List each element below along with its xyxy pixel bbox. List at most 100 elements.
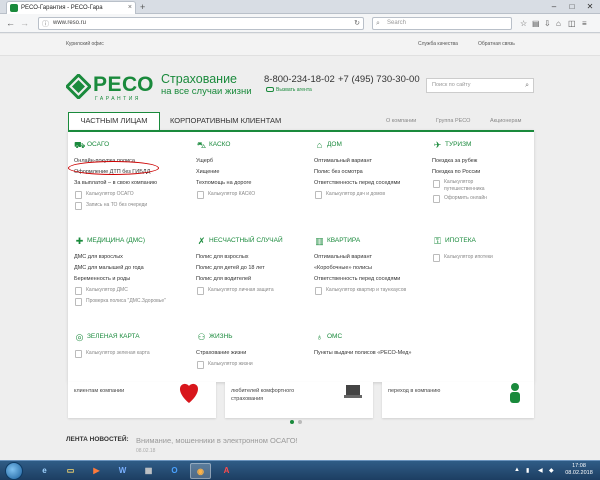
section-title-green-card[interactable]: ◎ ЗЕЛЕНАЯ КАРТА xyxy=(74,332,194,342)
link-oms-points[interactable]: Пункты выдачи полисов «РЕСО-Мед» xyxy=(314,348,464,359)
section-title-dms[interactable]: ✚ МЕДИЦИНА (ДМС) xyxy=(74,236,194,246)
to-appointment-link[interactable]: Запись на ТО без очереди xyxy=(74,200,186,211)
link-damage[interactable]: Ущерб xyxy=(196,156,308,167)
phone-moscow[interactable]: +7 (495) 730-30-00 xyxy=(338,74,420,85)
site-search-input[interactable]: Поиск по сайту ⌕ xyxy=(426,78,534,93)
link-road-assistance[interactable]: Техпомощь на дороге xyxy=(196,178,308,189)
promo-card-1[interactable]: клиентам компании xyxy=(68,382,216,418)
promo-card-2[interactable]: любителей комфортного страхования xyxy=(225,382,373,418)
calc-life-link[interactable]: Калькулятор жизни xyxy=(196,359,314,370)
calc-dms-link[interactable]: Калькулятор ДМС xyxy=(74,285,194,296)
link-accident-drivers[interactable]: Полис для водителей xyxy=(196,274,314,285)
link-dom-optimal[interactable]: Оптимальный вариант xyxy=(314,156,432,167)
section-title-kvartira[interactable]: ▥ КВАРТИРА xyxy=(314,236,438,246)
section-title-dom[interactable]: ⌂ ДОМ xyxy=(314,140,432,150)
link-dms-adults[interactable]: ДМС для взрослых xyxy=(74,252,194,263)
firefox-icon[interactable]: ◉ xyxy=(190,463,211,479)
browser-search-input[interactable]: ⌕ Search xyxy=(372,17,512,30)
browser-tab[interactable]: РЕСО-Гарантия - РЕСО-Гара × xyxy=(6,1,136,14)
calc-kasko-link[interactable]: Калькулятор КАСКО xyxy=(196,189,308,200)
buy-online-link[interactable]: Оформить онлайн xyxy=(432,193,530,204)
link-payout-own-company[interactable]: За выплатой – в свою компанию xyxy=(74,178,186,189)
browser-toolbar: ← → ⓘ www.reso.ru ↻ ⌕ Search ☆ ▤ ⇩ ⌂ ◫ ≡ xyxy=(0,14,600,33)
site-info-icon[interactable]: ⓘ xyxy=(42,19,49,30)
carousel-dot-active[interactable] xyxy=(290,420,294,424)
link-theft[interactable]: Хищение xyxy=(196,167,308,178)
language-icon[interactable]: ◆ xyxy=(549,467,554,474)
calc-green-card-link[interactable]: Калькулятор зеленая карта xyxy=(74,348,194,359)
calc-accident-link[interactable]: Калькулятор личная защита xyxy=(196,285,314,296)
globe-icon: ◎ xyxy=(75,332,84,342)
tray-expand-icon[interactable]: ▲ xyxy=(514,467,520,473)
application-icon[interactable]: ▦ xyxy=(138,463,159,479)
network-icon[interactable]: ▮ xyxy=(526,467,529,474)
dms-check-link[interactable]: Проверка полиса "ДМС.Здоровье" xyxy=(74,296,194,307)
link-flat-box-policies[interactable]: «Коробочные» полисы xyxy=(314,263,438,274)
downloads-icon[interactable]: ⇩ xyxy=(544,18,551,29)
calc-osago-link[interactable]: Калькулятор ОСАГО xyxy=(74,189,186,200)
pocket-icon[interactable]: ◫ xyxy=(568,18,576,29)
calc-osago-label: Калькулятор ОСАГО xyxy=(86,191,134,197)
reso-logo[interactable]: РЕСО ГАРАНТИЯ xyxy=(66,74,154,114)
link-flat-neighbors[interactable]: Ответственность перед соседями xyxy=(314,274,438,285)
reload-button[interactable]: ↻ xyxy=(354,18,360,29)
close-window-button[interactable]: ✕ xyxy=(581,0,599,13)
section-title-life[interactable]: ⚇ ЖИЗНЬ xyxy=(196,332,314,342)
link-dms-babies[interactable]: ДМС для малышей до года xyxy=(74,263,194,274)
forward-button[interactable]: → xyxy=(20,17,29,29)
top-link-quality[interactable]: Служба качества xyxy=(418,41,458,47)
calc-mortgage-link[interactable]: Калькулятор ипотеки xyxy=(432,252,530,263)
pdf-reader-icon[interactable]: A xyxy=(216,463,237,479)
bookmark-star-icon[interactable]: ☆ xyxy=(520,18,527,29)
promo-card-3[interactable]: переход в компанию xyxy=(382,382,534,418)
calc-travel-link[interactable]: Калькулятор путешественника xyxy=(432,179,530,193)
phone-free[interactable]: 8-800-234-18-02 xyxy=(264,74,335,85)
link-pregnancy[interactable]: Беременность и роды xyxy=(74,274,194,285)
section-title-ipoteka[interactable]: ⚿ ИПОТЕКА xyxy=(432,236,530,246)
section-title-turizm[interactable]: ✈ ТУРИЗМ xyxy=(432,140,530,150)
section-title-oms[interactable]: ♁ ОМС xyxy=(314,332,464,342)
maximize-button[interactable]: □ xyxy=(563,0,581,13)
section-title-osago[interactable]: ⛟ ОСАГО xyxy=(74,140,186,150)
file-explorer-icon[interactable]: ▭ xyxy=(60,463,81,479)
section-accident-title: НЕСЧАСТНЫЙ СЛУЧАЙ xyxy=(209,237,283,244)
start-button[interactable] xyxy=(5,462,23,480)
system-clock[interactable]: 17:08 08.02.2018 xyxy=(560,463,598,477)
link-about[interactable]: О компании xyxy=(386,118,416,124)
outlook-icon[interactable]: O xyxy=(164,463,185,479)
site-search-icon[interactable]: ⌕ xyxy=(525,79,529,92)
section-title-kasko[interactable]: ⛍ КАСКО xyxy=(196,140,308,150)
section-title-accident[interactable]: ✗ НЕСЧАСТНЫЙ СЛУЧАЙ xyxy=(196,236,314,246)
tab-close-icon[interactable]: × xyxy=(128,2,132,14)
calc-flat-link[interactable]: Калькулятор квартир и таунхаусов xyxy=(314,285,438,296)
link-dom-no-inspection[interactable]: Полис без осмотра xyxy=(314,167,432,178)
top-link-feedback[interactable]: Обратная связь xyxy=(478,41,515,47)
news-headline[interactable]: Внимание, мошенники в электронном ОСАГО! xyxy=(136,436,298,445)
top-link-office[interactable]: Курилский офис xyxy=(66,41,104,47)
volume-icon[interactable]: ◀ xyxy=(538,467,543,474)
url-bar[interactable]: ⓘ www.reso.ru ↻ xyxy=(38,17,364,30)
reading-list-icon[interactable]: ▤ xyxy=(532,18,540,29)
home-icon[interactable]: ⌂ xyxy=(556,18,561,29)
media-player-icon[interactable]: ▶ xyxy=(86,463,107,479)
link-flat-optimal[interactable]: Оптимальный вариант xyxy=(314,252,438,263)
tab-corporate[interactable]: КОРПОРАТИВНЫМ КЛИЕНТАМ xyxy=(170,115,281,127)
menu-icon[interactable]: ≡ xyxy=(582,18,587,29)
back-button[interactable]: ← xyxy=(6,17,15,29)
link-accident-children[interactable]: Полис для детей до 18 лет xyxy=(196,263,314,274)
link-trip-abroad[interactable]: Поездка за рубеж xyxy=(432,156,530,167)
minimize-button[interactable]: – xyxy=(545,0,563,13)
call-agent-link[interactable]: Вызвать агента xyxy=(266,87,312,93)
link-dom-neighbors[interactable]: Ответственность перед соседями xyxy=(314,178,432,189)
link-life-insurance[interactable]: Страхование жизни xyxy=(196,348,314,359)
new-tab-button[interactable]: + xyxy=(140,2,145,12)
internet-explorer-icon[interactable]: e xyxy=(34,463,55,479)
link-shareholders[interactable]: Акционерам xyxy=(490,118,521,124)
link-group[interactable]: Группа РЕСО xyxy=(436,118,470,124)
tab-private[interactable]: ЧАСТНЫМ ЛИЦАМ xyxy=(68,112,160,130)
link-trip-russia[interactable]: Поездка по России xyxy=(432,167,530,178)
calc-dom-link[interactable]: Калькулятор дач и домов xyxy=(314,189,432,200)
carousel-dot[interactable] xyxy=(298,420,302,424)
link-accident-adults[interactable]: Полис для взрослых xyxy=(196,252,314,263)
word-icon[interactable]: W xyxy=(112,463,133,479)
